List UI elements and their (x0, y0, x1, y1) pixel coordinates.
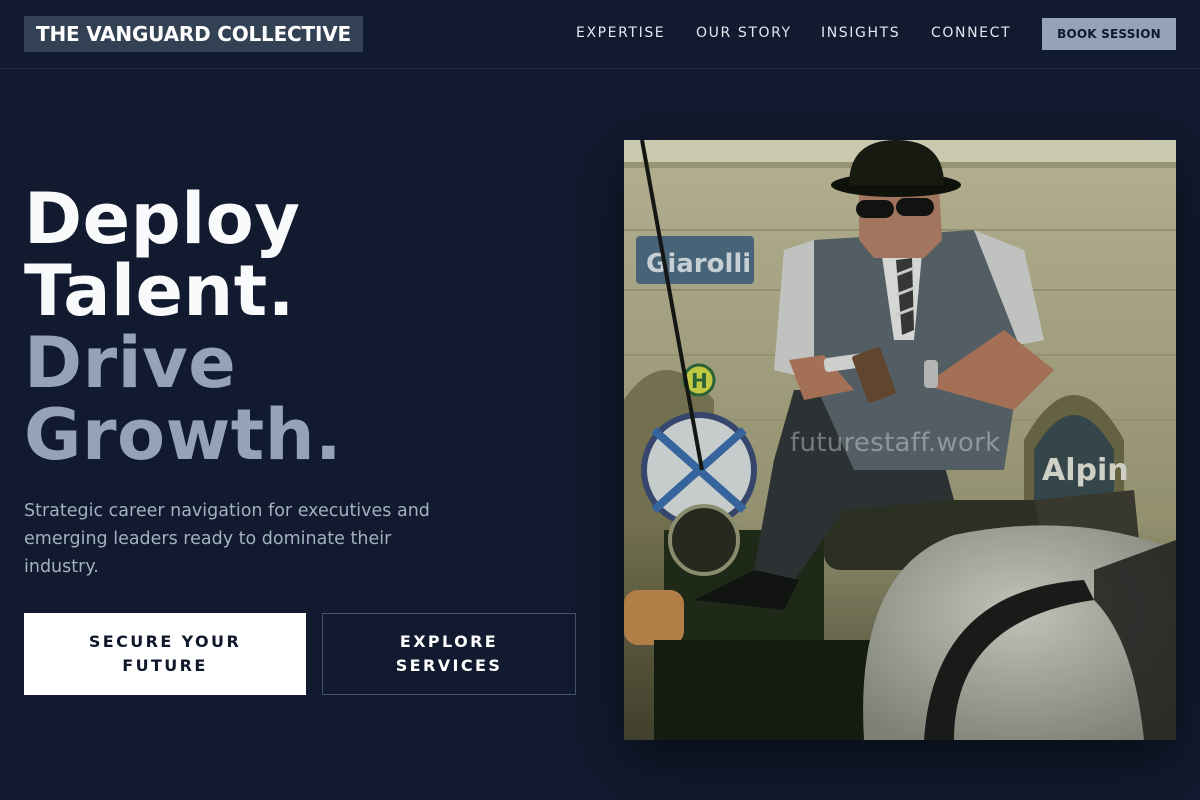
hero-subtext: Strategic career navigation for executiv… (24, 501, 430, 577)
nav-link-our-story[interactable]: OUR STORY (696, 25, 792, 41)
explore-services-button[interactable]: EXPLORE SERVICES (322, 613, 576, 695)
main-nav: EXPERTISE OUR STORY INSIGHTS CONNECT (0, 0, 1200, 68)
secure-future-button[interactable]: SECURE YOUR FUTURE (24, 613, 306, 695)
nav-link-connect[interactable]: CONNECT (931, 25, 1011, 41)
book-session-button[interactable]: BOOK SESSION (1042, 18, 1176, 50)
hero-headline: Deploy Talent. Drive Growth. (24, 183, 584, 471)
headline-line-accent: Drive (24, 322, 237, 404)
headline-line: Deploy (24, 178, 301, 260)
headline-line: Talent. (24, 250, 295, 332)
headline-line-accent: Growth. (24, 394, 343, 476)
site-header: THE VANGUARD COLLECTIVE EXPERTISE OUR ST… (0, 0, 1200, 69)
watermark-text: futurestaff.work (790, 428, 1001, 458)
nav-link-insights[interactable]: INSIGHTS (821, 25, 900, 41)
nav-link-expertise[interactable]: EXPERTISE (576, 25, 665, 41)
